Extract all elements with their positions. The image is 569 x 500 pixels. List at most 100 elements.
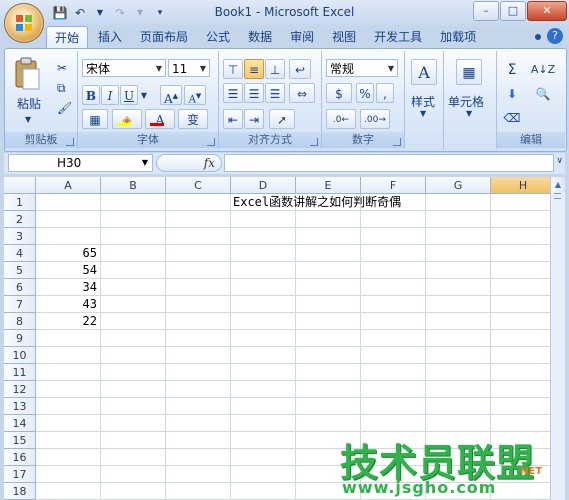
select-all-corner[interactable] (4, 177, 36, 194)
tab-7[interactable]: 视图 (324, 26, 364, 48)
row-header-15[interactable]: 15 (4, 432, 36, 449)
font-launcher-icon[interactable] (207, 138, 215, 146)
borders-button[interactable]: ▦ (82, 109, 108, 129)
clear-icon[interactable]: ⌫ (499, 107, 525, 127)
autosum-button[interactable]: Σ (499, 59, 525, 79)
wrap-text-button[interactable]: ↩ (289, 59, 311, 79)
close-button[interactable]: ✕ (527, 1, 567, 21)
font-name-combo[interactable]: 宋体 ▼ (82, 59, 166, 77)
cell-a8[interactable]: 22 (36, 313, 97, 330)
decrease-decimal-button[interactable]: .00→ (360, 109, 390, 129)
accounting-format-button[interactable]: $ (326, 83, 352, 103)
minimize-ribbon-icon[interactable] (535, 34, 541, 40)
percent-button[interactable]: % (356, 83, 374, 103)
tab-1[interactable]: 开始 (46, 26, 89, 49)
vertical-scrollbar[interactable]: ▲ (550, 177, 565, 500)
comma-button[interactable]: , (376, 83, 394, 103)
bold-button[interactable]: B (82, 85, 100, 105)
column-header-d[interactable]: D (231, 177, 296, 194)
paste-icon[interactable] (13, 57, 41, 91)
column-header-g[interactable]: G (426, 177, 491, 194)
number-format-combo[interactable]: 常规 ▼ (326, 59, 398, 77)
cell-a6[interactable]: 34 (36, 279, 97, 296)
styles-button[interactable]: 样式 (411, 93, 435, 110)
align-right-button[interactable]: ☰ (265, 83, 285, 103)
dropdown-arrow-icon[interactable]: ▼ (200, 60, 206, 78)
row-header-9[interactable]: 9 (4, 330, 36, 347)
align-bottom-button[interactable]: ⊥ (265, 59, 285, 79)
row-header-8[interactable]: 8 (4, 313, 36, 330)
cells-button[interactable]: 单元格 (448, 93, 484, 110)
increase-decimal-button[interactable]: .0← (326, 109, 356, 129)
minimize-button[interactable]: – (473, 1, 499, 21)
expand-formula-bar-icon[interactable]: ∨ (556, 156, 563, 166)
restore-button[interactable]: □ (500, 1, 526, 21)
dropdown-arrow-icon[interactable]: ▼ (466, 109, 472, 118)
row-header-12[interactable]: 12 (4, 381, 36, 398)
dropdown-arrow-icon[interactable]: ▼ (388, 60, 394, 78)
tab-8[interactable]: 开发工具 (366, 26, 430, 48)
name-box[interactable]: H30 ▼ (8, 154, 153, 172)
align-center-button[interactable]: ☰ (244, 83, 264, 103)
sort-filter-icon[interactable]: A↓Z (529, 59, 557, 79)
decrease-indent-button[interactable]: ⇤ (223, 109, 243, 129)
row-header-5[interactable]: 5 (4, 262, 36, 279)
column-header-e[interactable]: E (296, 177, 361, 194)
row-header-13[interactable]: 13 (4, 398, 36, 415)
tab-6[interactable]: 审阅 (282, 26, 322, 48)
formula-input[interactable] (224, 154, 554, 172)
dropdown-arrow-icon[interactable]: ▼ (420, 109, 426, 118)
paste-dropdown-icon[interactable]: ▼ (25, 115, 31, 124)
row-header-1[interactable]: 1 (4, 194, 36, 211)
row-header-10[interactable]: 10 (4, 347, 36, 364)
cut-icon[interactable]: ✂ (57, 61, 67, 75)
row-header-6[interactable]: 6 (4, 279, 36, 296)
row-header-16[interactable]: 16 (4, 449, 36, 466)
cell-a4[interactable]: 65 (36, 245, 97, 262)
tab-3[interactable]: 页面布局 (132, 26, 196, 48)
row-header-14[interactable]: 14 (4, 415, 36, 432)
cell-d1[interactable]: Excel函数讲解之如何判断奇偶 (233, 194, 433, 211)
tab-2[interactable]: 插入 (90, 26, 130, 48)
column-header-a[interactable]: A (36, 177, 101, 194)
row-header-11[interactable]: 11 (4, 364, 36, 381)
scroll-up-icon[interactable]: ▲ (551, 177, 565, 192)
copy-icon[interactable]: ⧉ (57, 81, 66, 96)
dropdown-arrow-icon[interactable]: ▼ (156, 60, 162, 78)
dropdown-arrow-icon[interactable]: ▼ (142, 155, 148, 171)
row-header-7[interactable]: 7 (4, 296, 36, 313)
grow-font-button[interactable]: A▲ (160, 85, 182, 106)
fill-icon[interactable]: ⬇ (499, 83, 525, 103)
insert-function-button[interactable]: fx (204, 155, 215, 171)
column-header-f[interactable]: F (361, 177, 426, 194)
phonetic-guide-button[interactable]: 变 (178, 109, 208, 129)
shrink-font-button[interactable]: A▼ (184, 85, 206, 105)
row-header-4[interactable]: 4 (4, 245, 36, 262)
alignment-launcher-icon[interactable] (310, 138, 318, 146)
orientation-button[interactable]: ➚ (269, 109, 295, 129)
underline-dropdown-icon[interactable]: ▼ (139, 85, 149, 105)
merge-center-button[interactable]: ⇔ (289, 83, 315, 103)
font-size-combo[interactable]: 11 ▼ (168, 59, 210, 77)
cell-a5[interactable]: 54 (36, 262, 97, 279)
row-header-2[interactable]: 2 (4, 211, 36, 228)
column-header-c[interactable]: C (166, 177, 231, 194)
help-icon[interactable]: ? (547, 28, 563, 44)
split-handle-icon[interactable] (554, 193, 561, 199)
clipboard-launcher-icon[interactable] (66, 138, 74, 146)
office-button[interactable] (4, 3, 44, 43)
cells-icon[interactable]: ▦ (456, 59, 482, 85)
row-header-18[interactable]: 18 (4, 483, 36, 500)
tab-4[interactable]: 公式 (198, 26, 238, 48)
find-select-icon[interactable]: 🔍 (529, 83, 557, 103)
underline-button[interactable]: U (120, 85, 138, 105)
italic-button[interactable]: I (101, 85, 119, 105)
align-top-button[interactable]: ⊤ (223, 59, 243, 79)
styles-icon[interactable]: A (411, 59, 437, 85)
fill-color-button[interactable]: ◈ (112, 109, 142, 129)
number-launcher-icon[interactable] (393, 138, 401, 146)
format-painter-icon[interactable]: 🖌 (57, 101, 72, 115)
column-header-b[interactable]: B (101, 177, 166, 194)
row-header-17[interactable]: 17 (4, 466, 36, 483)
increase-indent-button[interactable]: ⇥ (244, 109, 264, 129)
